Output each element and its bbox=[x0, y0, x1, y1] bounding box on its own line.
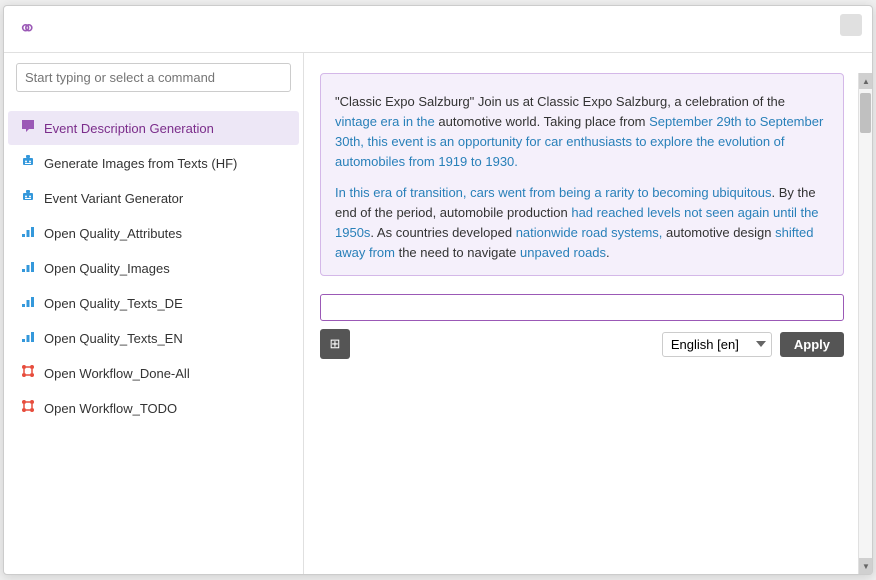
action-item-event-variant[interactable]: Event Variant Generator bbox=[8, 181, 299, 215]
robot-icon bbox=[20, 153, 36, 173]
action-item-quality-texts-de[interactable]: Open Quality_Texts_DE bbox=[8, 286, 299, 320]
copilot-icon: ⚭ bbox=[18, 16, 36, 42]
bar-icon bbox=[20, 223, 36, 243]
copilot-modal: ⚭ Event Description Generation Generate I… bbox=[3, 5, 873, 575]
copilot-paragraph-1: "Classic Expo Salzburg" Join us at Class… bbox=[335, 92, 829, 173]
right-content: "Classic Expo Salzburg" Join us at Class… bbox=[304, 73, 872, 574]
scroll-down-button[interactable]: ▼ bbox=[859, 558, 872, 574]
bubble-icon bbox=[20, 118, 36, 138]
action-item-quality-attr[interactable]: Open Quality_Attributes bbox=[8, 216, 299, 250]
bar-icon bbox=[20, 328, 36, 348]
copilot-text: "Classic Expo Salzburg" Join us at Class… bbox=[335, 92, 829, 263]
action-label: Open Quality_Attributes bbox=[44, 226, 182, 241]
action-label: Open Workflow_TODO bbox=[44, 401, 177, 416]
action-label: Open Workflow_Done-All bbox=[44, 366, 190, 381]
scrollbar: ▲ ▼ bbox=[858, 73, 872, 574]
action-label: Open Quality_Texts_DE bbox=[44, 296, 183, 311]
action-label: Event Variant Generator bbox=[44, 191, 183, 206]
action-item-event-desc[interactable]: Event Description Generation bbox=[8, 111, 299, 145]
refine-section: ⊞ English [en]German [de]French [fr] App… bbox=[320, 286, 844, 363]
action-item-workflow-todo[interactable]: Open Workflow_TODO bbox=[8, 391, 299, 425]
modal-header: ⚭ bbox=[4, 6, 872, 53]
modal-body: Event Description Generation Generate Ima… bbox=[4, 53, 872, 574]
action-label: Open Quality_Texts_EN bbox=[44, 331, 183, 346]
apply-button[interactable]: Apply bbox=[780, 332, 844, 357]
right-panel: "Classic Expo Salzburg" Join us at Class… bbox=[304, 53, 872, 574]
scrollbar-thumb-area bbox=[859, 89, 872, 558]
action-label: Open Quality_Images bbox=[44, 261, 170, 276]
action-label: Generate Images from Texts (HF) bbox=[44, 156, 237, 171]
bar-icon bbox=[20, 293, 36, 313]
copilot-result-box: "Classic Expo Salzburg" Join us at Class… bbox=[320, 73, 844, 276]
action-bar: ⊞ English [en]German [de]French [fr] App… bbox=[320, 329, 844, 363]
search-input[interactable] bbox=[16, 63, 291, 92]
action-item-quality-texts-en[interactable]: Open Quality_Texts_EN bbox=[8, 321, 299, 355]
action-label: Event Description Generation bbox=[44, 121, 214, 136]
scroll-up-button[interactable]: ▲ bbox=[859, 73, 872, 89]
action-item-workflow-done[interactable]: Open Workflow_Done-All bbox=[8, 356, 299, 390]
scroll-area[interactable]: "Classic Expo Salzburg" Join us at Class… bbox=[320, 73, 864, 566]
scrollbar-thumb[interactable] bbox=[860, 93, 871, 133]
action-list: Event Description Generation Generate Ima… bbox=[4, 110, 303, 426]
right-header bbox=[304, 53, 872, 73]
action-item-gen-images[interactable]: Generate Images from Texts (HF) bbox=[8, 146, 299, 180]
bar-icon bbox=[20, 258, 36, 278]
robot-icon bbox=[20, 188, 36, 208]
expand-button[interactable]: ⊞ bbox=[320, 329, 350, 359]
refine-input[interactable] bbox=[320, 294, 844, 321]
workflow-done-icon bbox=[20, 363, 36, 383]
language-select[interactable]: English [en]German [de]French [fr] bbox=[662, 332, 772, 357]
copilot-paragraph-2: In this era of transition, cars went fro… bbox=[335, 183, 829, 264]
close-button[interactable] bbox=[840, 14, 862, 36]
workflow-todo-icon bbox=[20, 398, 36, 418]
action-item-quality-images[interactable]: Open Quality_Images bbox=[8, 251, 299, 285]
left-panel: Event Description Generation Generate Ima… bbox=[4, 53, 304, 574]
